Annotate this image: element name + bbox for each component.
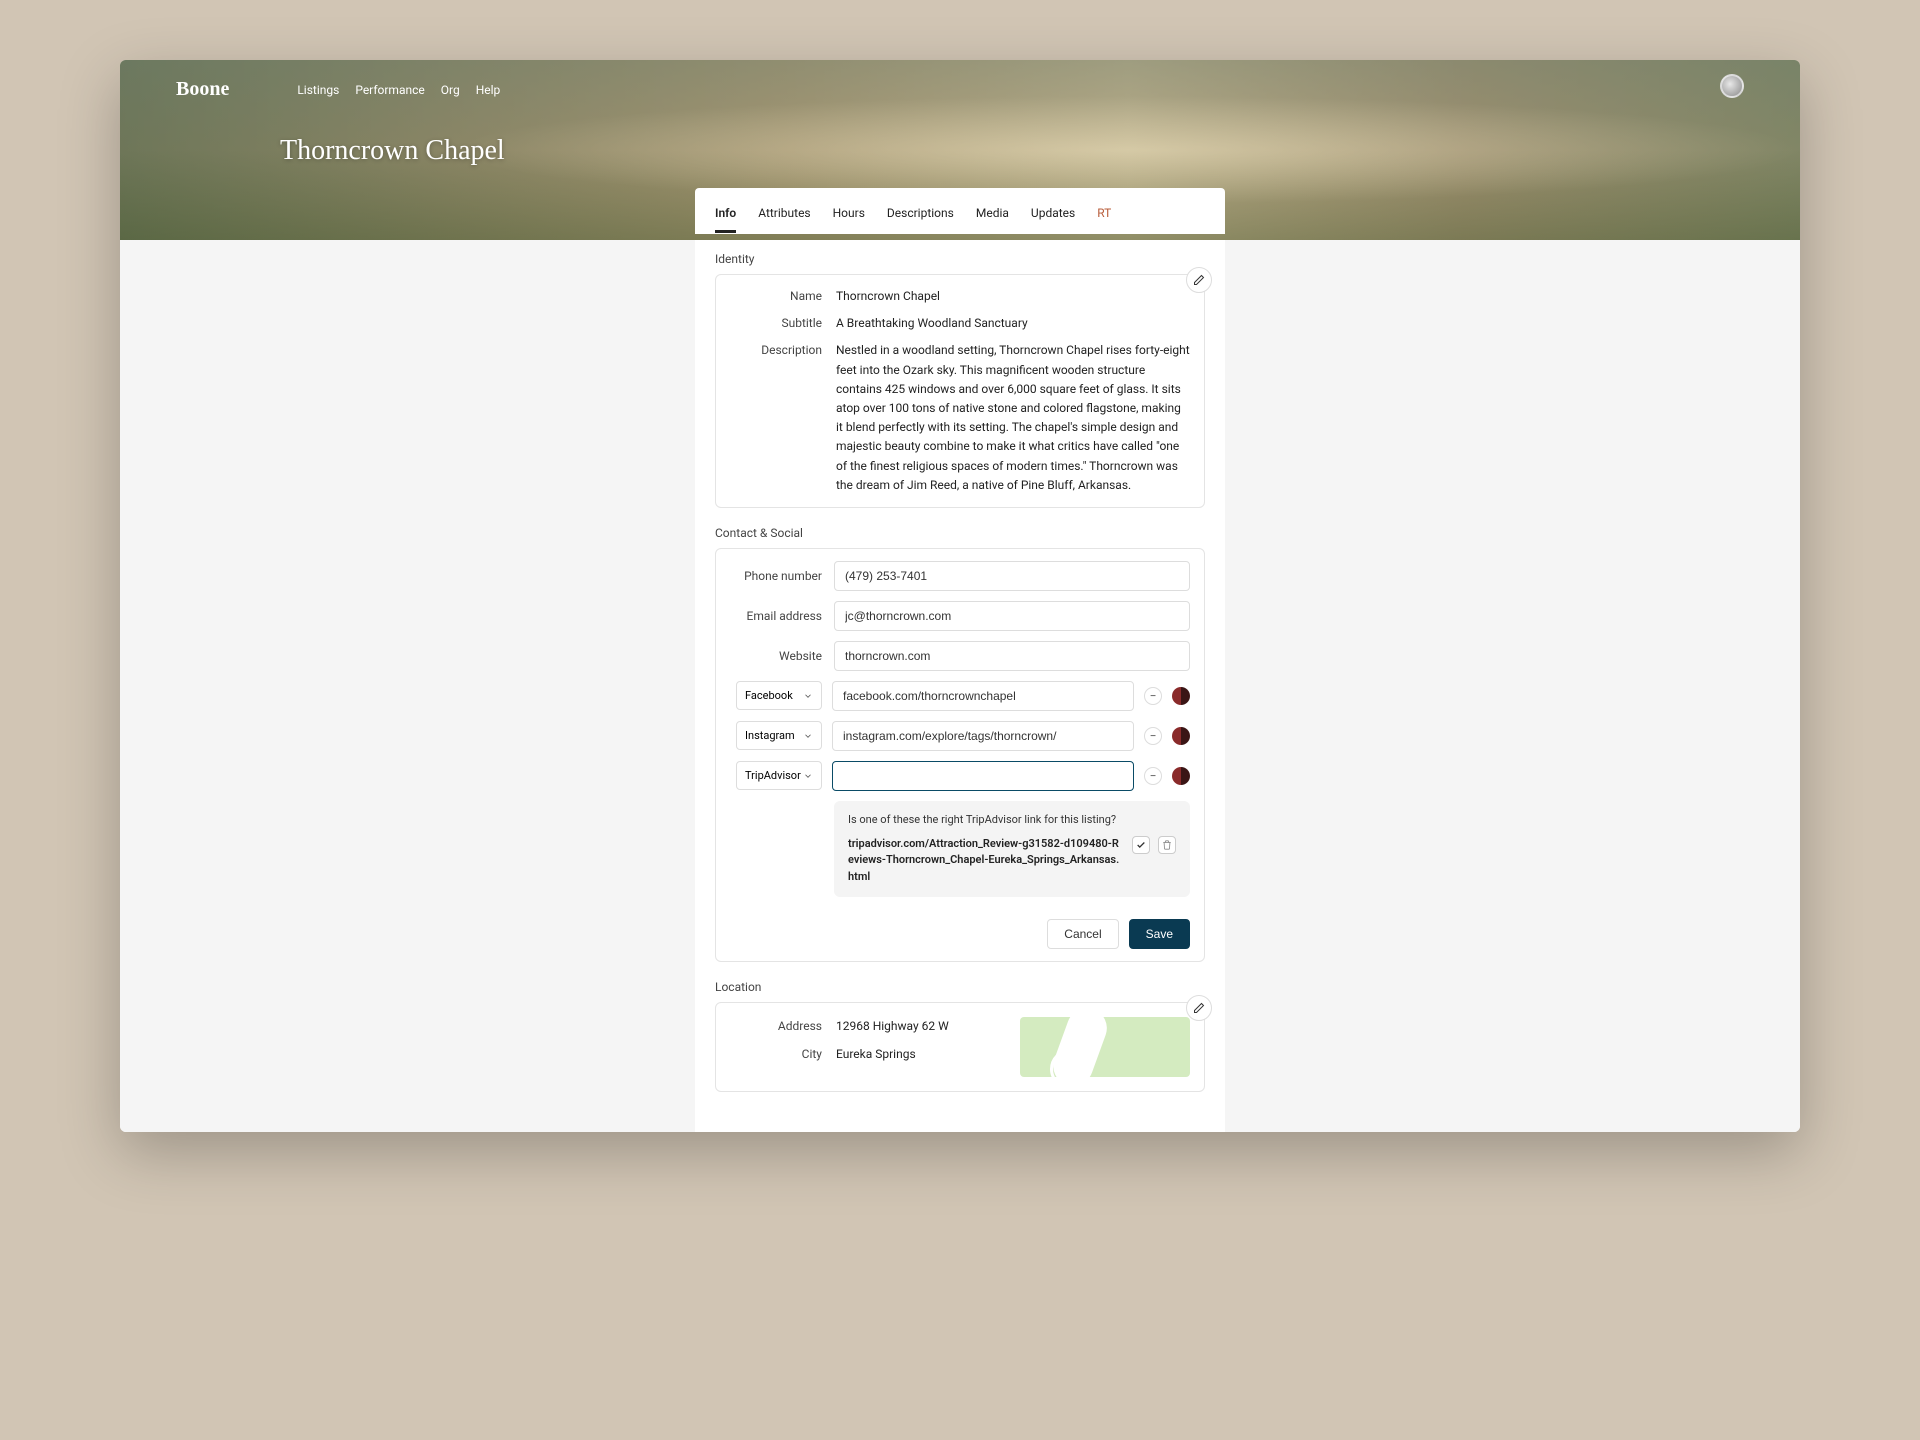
content-area: Identity Name Thorncrown Chapel Subtitle A… — [120, 234, 1800, 1132]
social-select-instagram[interactable]: Instagram — [736, 721, 822, 750]
card-tabs: Info Attributes Hours Descriptions Media… — [695, 188, 1225, 234]
contact-actions: Cancel Save — [730, 919, 1190, 949]
social-select-facebook[interactable]: Facebook — [736, 681, 822, 710]
description-label: Description — [730, 341, 822, 495]
delete-suggestion-button[interactable] — [1158, 836, 1176, 854]
save-button[interactable]: Save — [1129, 919, 1190, 949]
suggestion-link-text: tripadvisor.com/Attraction_Review-g31582… — [848, 836, 1124, 886]
cancel-button[interactable]: Cancel — [1047, 919, 1118, 949]
suggestion-link-row: tripadvisor.com/Attraction_Review-g31582… — [848, 836, 1176, 886]
contact-panel: Phone number Email address Website Faceb… — [715, 548, 1205, 963]
brand-logo[interactable]: Boone — [176, 78, 229, 101]
remove-social-facebook[interactable]: − — [1144, 687, 1162, 705]
pencil-icon — [1193, 274, 1205, 286]
tabs: Info Attributes Hours Descriptions Media… — [715, 206, 1205, 234]
tab-rt[interactable]: RT — [1097, 206, 1111, 233]
social-row-facebook: Facebook − — [730, 681, 1190, 711]
tab-descriptions[interactable]: Descriptions — [887, 206, 954, 233]
trash-icon — [1162, 840, 1172, 850]
city-value: Eureka Springs — [836, 1045, 1006, 1064]
chevron-down-icon — [803, 771, 813, 781]
suggestion-question: Is one of these the right TripAdvisor li… — [848, 813, 1176, 826]
status-social-facebook[interactable] — [1172, 687, 1190, 705]
website-label: Website — [730, 649, 822, 663]
pencil-icon — [1193, 1002, 1205, 1014]
name-value: Thorncrown Chapel — [836, 287, 1190, 306]
phone-label: Phone number — [730, 569, 822, 583]
avatar[interactable] — [1720, 74, 1744, 98]
app-window: Boone Listings Performance Org Help Thor… — [120, 60, 1800, 1132]
check-icon — [1136, 840, 1146, 850]
subtitle-label: Subtitle — [730, 314, 822, 333]
nav-performance[interactable]: Performance — [355, 83, 424, 97]
social-url-facebook[interactable] — [832, 681, 1134, 711]
name-label: Name — [730, 287, 822, 306]
phone-input[interactable] — [834, 561, 1190, 591]
website-input[interactable] — [834, 641, 1190, 671]
chevron-down-icon — [803, 691, 813, 701]
topbar: Boone Listings Performance Org Help — [120, 60, 1800, 101]
nav-listings[interactable]: Listings — [297, 83, 339, 97]
subtitle-value: A Breathtaking Woodland Sanctuary — [836, 314, 1190, 333]
content-inner: Identity Name Thorncrown Chapel Subtitle A… — [695, 234, 1225, 1132]
accept-suggestion-button[interactable] — [1132, 836, 1150, 854]
social-select-tripadvisor[interactable]: TripAdvisor — [736, 761, 822, 790]
tab-updates[interactable]: Updates — [1031, 206, 1075, 233]
email-input[interactable] — [834, 601, 1190, 631]
map-thumbnail[interactable] — [1020, 1017, 1190, 1077]
social-row-tripadvisor: TripAdvisor − — [730, 761, 1190, 791]
social-row-instagram: Instagram − — [730, 721, 1190, 751]
suggestion-box: Is one of these the right TripAdvisor li… — [834, 801, 1190, 898]
location-section-title: Location — [715, 962, 1205, 1002]
remove-social-instagram[interactable]: − — [1144, 727, 1162, 745]
identity-edit-button[interactable] — [1186, 267, 1212, 293]
social-url-tripadvisor[interactable] — [832, 761, 1134, 791]
status-social-instagram[interactable] — [1172, 727, 1190, 745]
page-title: Thorncrown Chapel — [120, 101, 1800, 167]
identity-section-title: Identity — [715, 234, 1205, 274]
chevron-down-icon — [803, 731, 813, 741]
tab-attributes[interactable]: Attributes — [758, 206, 810, 233]
email-label: Email address — [730, 609, 822, 623]
description-value: Nestled in a woodland setting, Thorncrow… — [836, 341, 1190, 495]
location-edit-button[interactable] — [1186, 995, 1212, 1021]
nav-help[interactable]: Help — [476, 83, 501, 97]
contact-section-title: Contact & Social — [715, 508, 1205, 548]
status-social-tripadvisor[interactable] — [1172, 767, 1190, 785]
nav-org[interactable]: Org — [441, 83, 460, 97]
identity-panel: Name Thorncrown Chapel Subtitle A Breathta… — [715, 274, 1205, 508]
address-label: Address — [730, 1017, 822, 1036]
tab-media[interactable]: Media — [976, 206, 1009, 233]
remove-social-tripadvisor[interactable]: − — [1144, 767, 1162, 785]
location-panel: Address 12968 Highway 62 W City Eureka Spr… — [715, 1002, 1205, 1092]
city-label: City — [730, 1045, 822, 1064]
nav: Listings Performance Org Help — [297, 83, 500, 97]
social-url-instagram[interactable] — [832, 721, 1134, 751]
address-value: 12968 Highway 62 W — [836, 1017, 1006, 1036]
tab-info[interactable]: Info — [715, 206, 736, 233]
tab-hours[interactable]: Hours — [833, 206, 865, 233]
location-fields: Address 12968 Highway 62 W City Eureka Spr… — [730, 1017, 1006, 1077]
